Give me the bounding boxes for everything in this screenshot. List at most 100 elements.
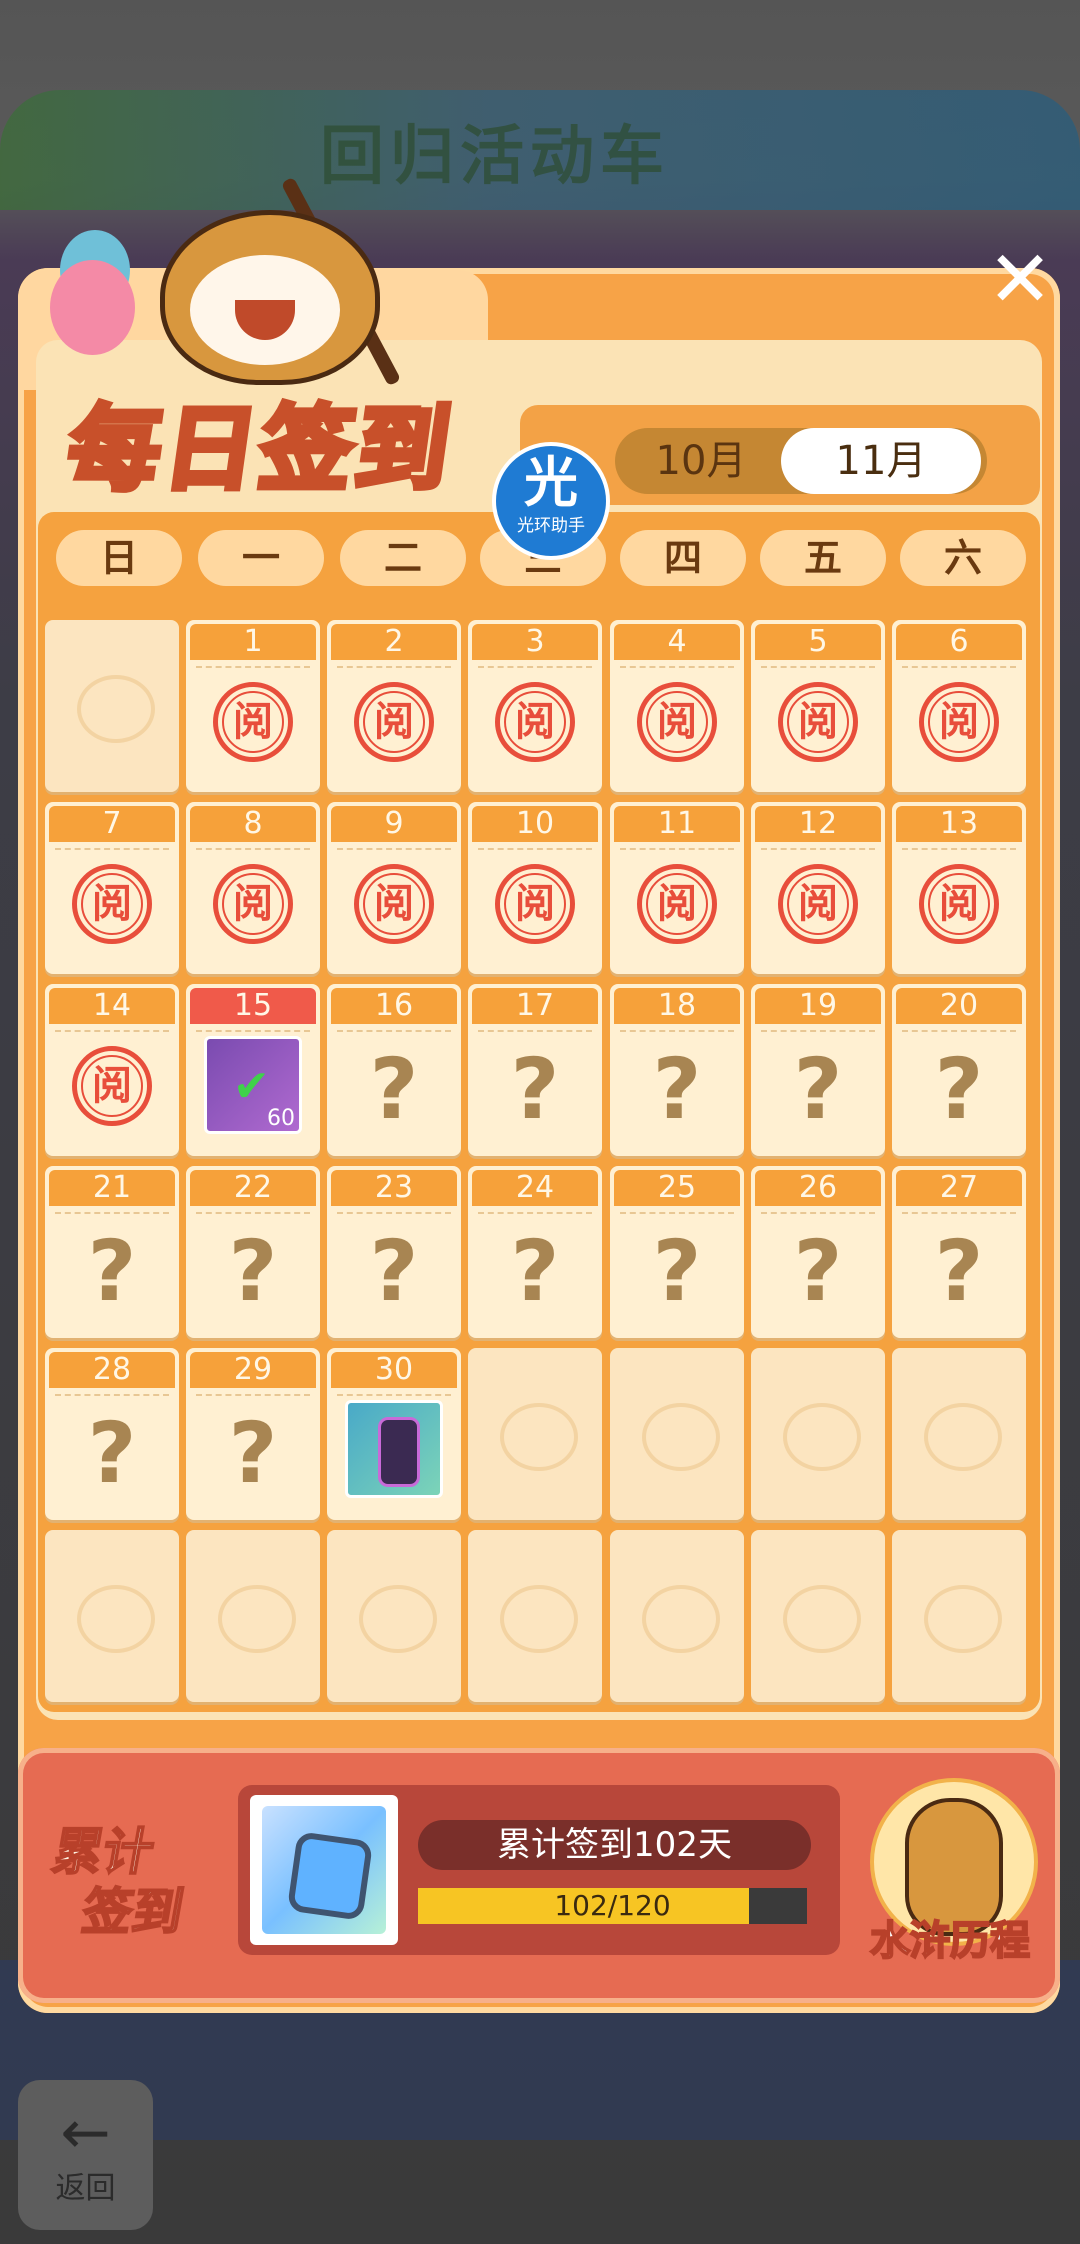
month-toggle[interactable]: 10月 11月 (615, 428, 987, 494)
signed-stamp-icon: 阅 (213, 864, 293, 944)
calendar-cell-empty (45, 620, 179, 792)
unknown-reward-icon: ? (934, 1040, 984, 1138)
raccoon-placeholder-icon (500, 1585, 578, 1653)
weekday-label: 二 (340, 530, 466, 586)
calendar-day-8[interactable]: 8阅 (186, 802, 320, 974)
unknown-reward-icon: ? (652, 1222, 702, 1320)
calendar-day-22[interactable]: 22? (186, 1166, 320, 1338)
calendar-day-17[interactable]: 17? (468, 984, 602, 1156)
month-tab-october[interactable]: 10月 (615, 428, 787, 494)
journey-button[interactable]: 水浒历程 (860, 1778, 1040, 1968)
unknown-reward-icon: ? (87, 1404, 137, 1502)
cell-divider (620, 1212, 734, 1214)
day-number: 23 (331, 1170, 457, 1206)
day-number: 2 (331, 624, 457, 660)
day-number: 13 (896, 806, 1022, 842)
cumulative-label-line2: 签到 (77, 1882, 189, 1942)
cell-divider (620, 666, 734, 668)
calendar-cell-empty (892, 1348, 1026, 1520)
calendar-day-26[interactable]: 26? (751, 1166, 885, 1338)
calendar-day-5[interactable]: 5阅 (751, 620, 885, 792)
signed-stamp-icon: 阅 (919, 864, 999, 944)
cell-divider (761, 1030, 875, 1032)
signed-stamp-icon: 阅 (919, 682, 999, 762)
day-number: 30 (331, 1352, 457, 1388)
calendar-day-20[interactable]: 20? (892, 984, 1026, 1156)
watermark-text: 光环助手 (517, 516, 585, 536)
calendar-day-29[interactable]: 29? (186, 1348, 320, 1520)
calendar-day-11[interactable]: 11 阅 (610, 802, 744, 974)
month-tab-november[interactable]: 11月 (781, 428, 981, 494)
day-number: 10 (472, 806, 598, 842)
calendar-cell-empty (186, 1530, 320, 1702)
calendar-day-24[interactable]: 24? (468, 1166, 602, 1338)
day-number: 19 (755, 988, 881, 1024)
calendar-day-30[interactable]: 30 (327, 1348, 461, 1520)
signed-stamp-icon: 阅 (213, 682, 293, 762)
day-number: 18 (614, 988, 740, 1024)
close-button[interactable]: ✕ (985, 241, 1055, 319)
day-number: 11 (614, 806, 740, 842)
day-number: 21 (49, 1170, 175, 1206)
calendar-day-4[interactable]: 4阅 (610, 620, 744, 792)
cell-divider (761, 666, 875, 668)
ticket-reward-icon: ✔ 60 (204, 1036, 302, 1134)
reward-count: 60 (267, 1106, 295, 1131)
day-number: 7 (49, 806, 175, 842)
signed-stamp-icon: 阅 (637, 682, 717, 762)
calendar-cell-empty (610, 1348, 744, 1520)
day-number: 6 (896, 624, 1022, 660)
cell-divider (478, 1030, 592, 1032)
watermark-badge: 光 光环助手 (492, 442, 610, 560)
calendar-day-27[interactable]: 27? (892, 1166, 1026, 1338)
cell-divider (620, 848, 734, 850)
calendar-day-19[interactable]: 19? (751, 984, 885, 1156)
cell-divider (337, 848, 451, 850)
calendar-day-2[interactable]: 2阅 (327, 620, 461, 792)
calendar-day-3[interactable]: 3阅 (468, 620, 602, 792)
calendar-day-7[interactable]: 7阅 (45, 802, 179, 974)
weekday-label: 一 (198, 530, 324, 586)
cell-divider (196, 1212, 310, 1214)
day-number: 26 (755, 1170, 881, 1206)
signed-stamp-icon: 阅 (354, 864, 434, 944)
calendar-day-10[interactable]: 10 阅 (468, 802, 602, 974)
signed-stamp-icon: 阅 (637, 864, 717, 944)
calendar-day-21[interactable]: 21? (45, 1166, 179, 1338)
day-number: 8 (190, 806, 316, 842)
calendar-day-23[interactable]: 23? (327, 1166, 461, 1338)
capsule-tube-icon (378, 1417, 420, 1487)
unknown-reward-icon: ? (87, 1222, 137, 1320)
calendar-day-13[interactable]: 13 阅 (892, 802, 1026, 974)
cell-divider (196, 1394, 310, 1396)
signed-stamp-icon: 阅 (778, 682, 858, 762)
day-number: 22 (190, 1170, 316, 1206)
calendar-day-14[interactable]: 14 阅 (45, 984, 179, 1156)
watermark-logo: 光 (524, 451, 578, 514)
signed-stamp-icon: 阅 (495, 864, 575, 944)
weekday-label: 六 (900, 530, 1026, 586)
calendar-day-1[interactable]: 1阅 (186, 620, 320, 792)
cell-divider (478, 666, 592, 668)
cell-divider (337, 1030, 451, 1032)
unknown-reward-icon: ? (369, 1222, 419, 1320)
cell-divider (337, 1394, 451, 1396)
calendar-day-6[interactable]: 6阅 (892, 620, 1026, 792)
calendar-day-9[interactable]: 9阅 (327, 802, 461, 974)
calendar-day-25[interactable]: 25? (610, 1166, 744, 1338)
calendar-day-28[interactable]: 28? (45, 1348, 179, 1520)
calendar-day-12[interactable]: 12 阅 (751, 802, 885, 974)
unknown-reward-icon: ? (934, 1222, 984, 1320)
balloon-icon (50, 260, 135, 355)
cell-divider (196, 848, 310, 850)
cell-divider (902, 666, 1016, 668)
back-button[interactable]: ← 返回 (18, 2080, 153, 2230)
calendar-day-15[interactable]: 15 ✔ 60 (186, 984, 320, 1156)
calendar-day-18[interactable]: 18? (610, 984, 744, 1156)
unknown-reward-icon: ? (228, 1222, 278, 1320)
day-number: 4 (614, 624, 740, 660)
day-number: 5 (755, 624, 881, 660)
cumulative-days-text: 累计签到102天 (418, 1820, 811, 1870)
calendar-day-16[interactable]: 16? (327, 984, 461, 1156)
day-number: 27 (896, 1170, 1022, 1206)
